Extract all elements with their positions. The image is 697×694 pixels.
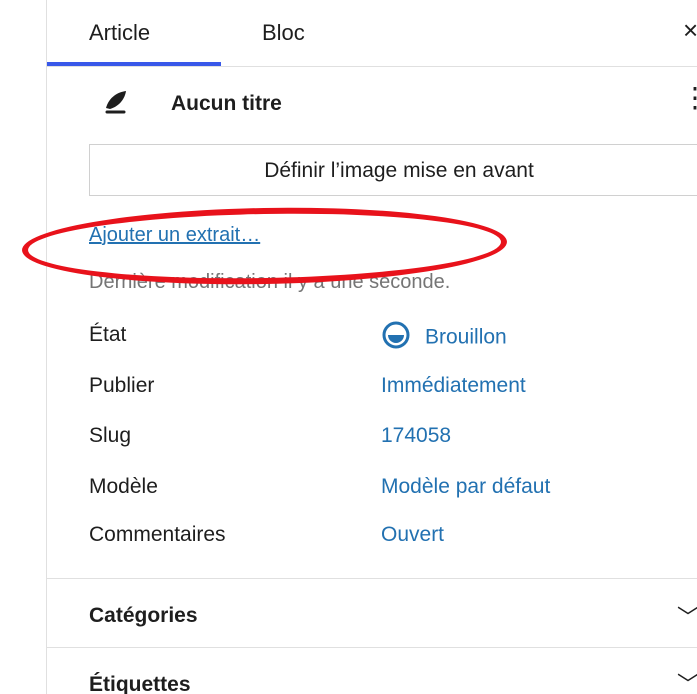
draft-status-icon (382, 321, 410, 349)
tags-label: Étiquettes (89, 673, 191, 694)
add-excerpt-link[interactable]: Ajouter un extrait… (89, 224, 260, 247)
chevron-down-icon[interactable]: ﹀ (677, 667, 697, 694)
template-row: Modèle Modèle par défaut (89, 475, 689, 505)
tab-article[interactable]: Article (89, 20, 150, 46)
post-summary-panel: Aucun titre ⋮ Définir l’image mise en av… (47, 66, 697, 578)
post-title: Aucun titre (171, 92, 282, 115)
slug-label: Slug (89, 424, 132, 447)
comments-value[interactable]: Ouvert (381, 523, 444, 547)
tab-bloc[interactable]: Bloc (262, 20, 305, 46)
comments-label: Commentaires (89, 523, 226, 546)
post-settings-sidebar: Article Bloc × Aucun titre ⋮ Définir l’i… (0, 0, 697, 694)
tags-panel[interactable]: Étiquettes ﹀ (47, 647, 697, 694)
publish-label: Publier (89, 374, 155, 397)
set-featured-image-button[interactable]: Définir l’image mise en avant (89, 144, 697, 196)
comments-row: Commentaires Ouvert (89, 523, 689, 553)
slug-row: Slug 174058 (89, 424, 689, 454)
status-label: État (89, 323, 127, 346)
status-value-label: Brouillon (425, 325, 507, 349)
sidebar-tabs: Article Bloc (47, 0, 697, 67)
last-modified-text: Dernière modification il y a une seconde… (89, 271, 451, 293)
publish-row: Publier Immédiatement (89, 374, 689, 404)
more-vertical-icon[interactable]: ⋮ (681, 84, 697, 112)
publish-value[interactable]: Immédiatement (381, 374, 526, 398)
feather-icon (105, 91, 126, 114)
slug-value[interactable]: 174058 (381, 424, 451, 448)
categories-label: Catégories (89, 604, 198, 627)
chevron-down-icon[interactable]: ﹀ (677, 600, 697, 632)
categories-panel[interactable]: Catégories ﹀ (47, 578, 697, 648)
close-icon[interactable]: × (683, 17, 697, 43)
template-label: Modèle (89, 475, 158, 498)
status-row: État Brouillon (89, 321, 689, 353)
template-value[interactable]: Modèle par défaut (381, 475, 550, 499)
status-value[interactable]: Brouillon (381, 321, 507, 353)
